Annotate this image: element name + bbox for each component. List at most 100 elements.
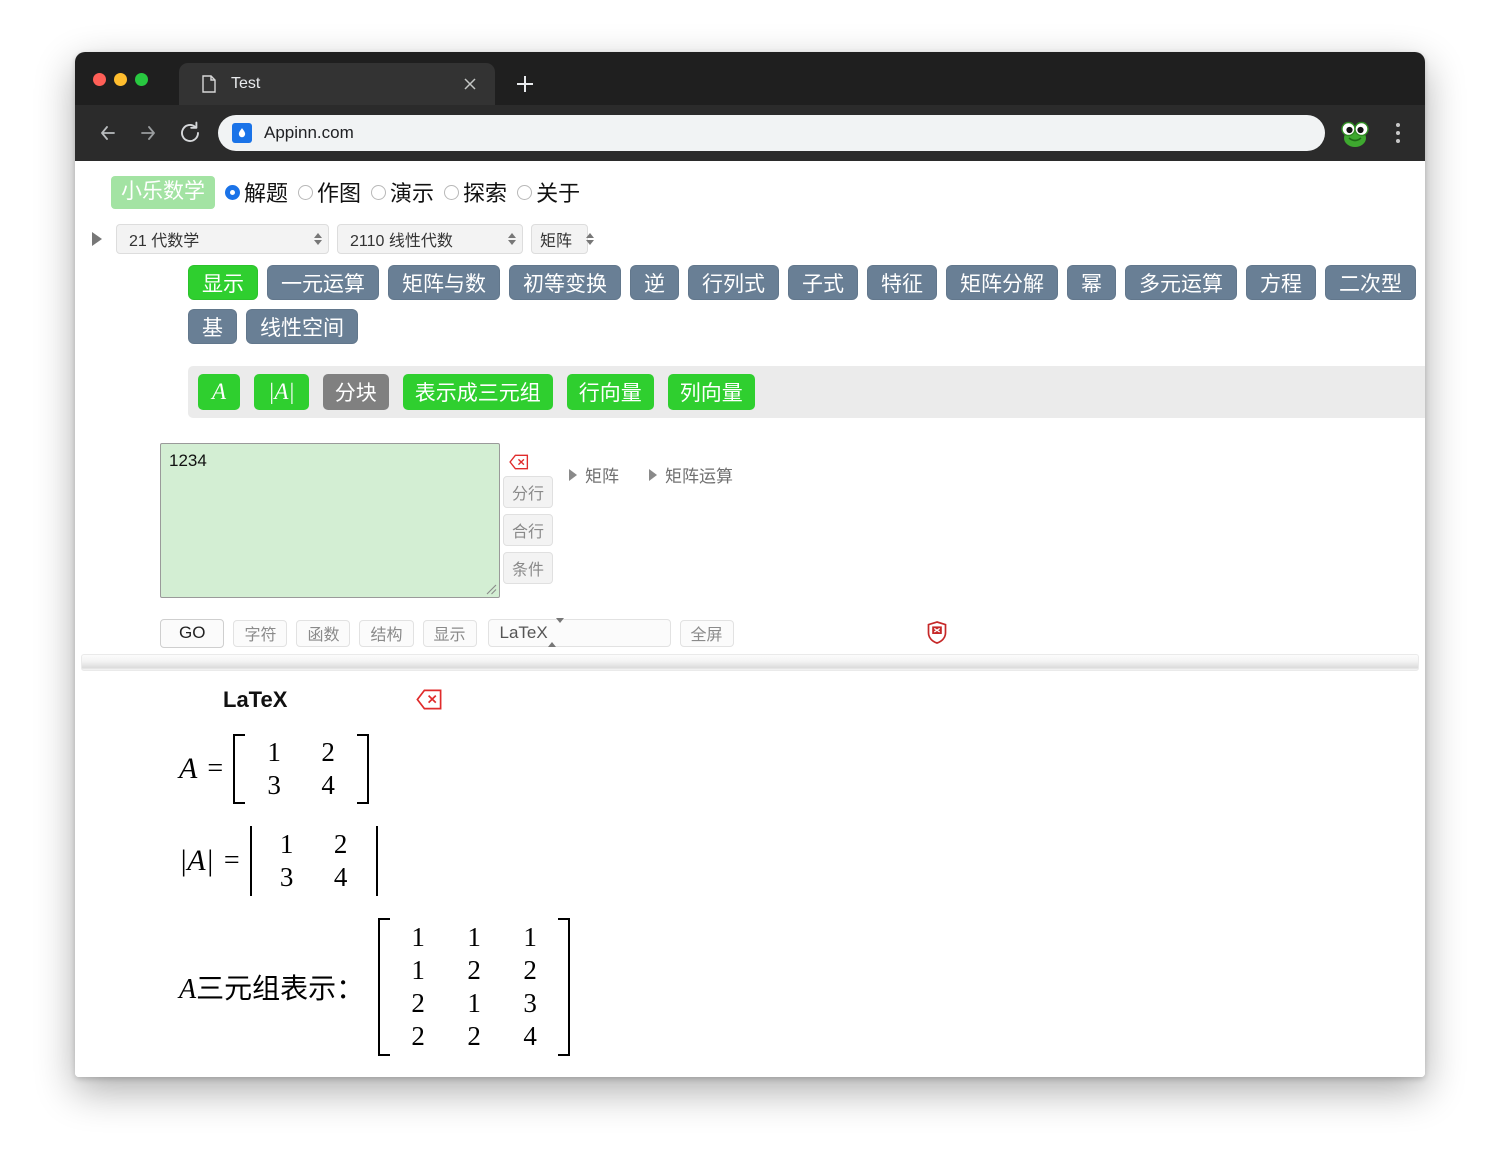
matrix-cell: 4: [321, 770, 335, 800]
category-pill-xianshi[interactable]: 显示: [188, 265, 258, 300]
browser-tabstrip: Test: [75, 52, 1425, 105]
output-format-select[interactable]: LaTeX: [487, 618, 671, 647]
toolbar-button-structures[interactable]: 结构: [359, 619, 414, 647]
toolbar-button-functions[interactable]: 函数: [296, 619, 351, 647]
right-square-bracket-icon: [558, 918, 571, 1056]
matrix-grid: 1 2 3 4: [245, 734, 357, 804]
mode-radio-tansuo[interactable]: 探索: [444, 176, 507, 208]
subject-select[interactable]: 21 代数学: [116, 224, 329, 254]
matrix-grid: 1 1 1 1 2 2 2 1 3 2 2 4: [390, 918, 558, 1056]
close-window-button[interactable]: [93, 73, 106, 86]
op-button-column-vector[interactable]: 列向量: [667, 374, 755, 410]
results-header: LaTeX: [75, 684, 1425, 716]
category-pill-xianxingkongjian[interactable]: 线性空间: [246, 309, 358, 344]
determinant-bars: 1 2 3 4: [249, 826, 378, 896]
erase-backspace-icon[interactable]: [416, 689, 442, 710]
category-pill-zishi[interactable]: 子式: [788, 265, 858, 300]
result-label-rest: 三元组表示：: [196, 974, 365, 1005]
window-traffic-lights: [93, 73, 148, 86]
arrow-left-icon[interactable]: [95, 119, 123, 147]
mode-label: 解题: [244, 181, 289, 206]
app-logo[interactable]: 小乐数学: [111, 175, 215, 209]
category-pill-yiyuanyunsuan[interactable]: 一元运算: [267, 265, 379, 300]
category-pill-group: 显示 一元运算 矩阵与数 初等变换 逆 行列式 子式 特征 矩阵分解 幂 多元运…: [188, 265, 1425, 344]
frog-extension-icon[interactable]: [1339, 117, 1371, 149]
matrix-cell: 1: [411, 955, 425, 985]
matrix-cell: 1: [267, 737, 281, 767]
maximize-window-button[interactable]: [135, 73, 148, 86]
category-pill-juzhenfenjie[interactable]: 矩阵分解: [946, 265, 1058, 300]
input-area: 分行 合行 条件 矩阵 矩阵运算: [75, 443, 1425, 613]
op-button-determinant-a[interactable]: |A|: [254, 374, 309, 410]
tree-link-matrix-operations[interactable]: 矩阵运算: [649, 462, 733, 487]
category-pill-ji[interactable]: 基: [188, 309, 237, 344]
mode-radio-guanyu[interactable]: 关于: [517, 176, 580, 208]
matrix-cell: 1: [523, 922, 537, 952]
category-pill-mi[interactable]: 幂: [1067, 265, 1116, 300]
result-row-determinant-a: |A| = 1 2 3 4: [179, 826, 378, 896]
result-label: A三元组表示：: [179, 967, 364, 1007]
matrix-cell: 4: [523, 1021, 537, 1051]
tree-link-label: 矩阵运算: [665, 467, 733, 486]
side-button-condition[interactable]: 条件: [503, 552, 554, 584]
input-side-buttons: 分行 合行 条件: [503, 454, 563, 584]
category-pill-duoyuanyunsuan[interactable]: 多元运算: [1125, 265, 1237, 300]
category-pill-hangliestyle[interactable]: 行列式: [688, 265, 779, 300]
browser-window: Test Appinn.com 小乐数学 解题 作图 演示 探索 关于 21 代…: [75, 52, 1425, 1077]
shield-block-icon[interactable]: [927, 621, 947, 644]
new-tab-button[interactable]: [511, 70, 539, 98]
minimize-window-button[interactable]: [114, 73, 127, 86]
radio-dot-icon: [371, 184, 387, 200]
reload-icon[interactable]: [176, 119, 204, 147]
op-button-triple-representation[interactable]: 表示成三元组: [402, 374, 553, 410]
result-label-prefix: A: [179, 974, 197, 1005]
topic-select[interactable]: 2110 线性代数: [337, 224, 523, 254]
formula-input[interactable]: [160, 443, 500, 598]
go-button[interactable]: GO: [160, 618, 225, 648]
result-row-matrix-a: A = 1 2 3 4: [179, 734, 370, 804]
op-button-row-vector[interactable]: 行向量: [566, 374, 654, 410]
arrow-right-icon[interactable]: [133, 119, 161, 147]
browser-tab[interactable]: Test: [179, 63, 495, 105]
triangle-right-icon[interactable]: [86, 228, 108, 250]
side-button-merge-row[interactable]: 合行: [503, 514, 554, 546]
fullscreen-button[interactable]: 全屏: [679, 619, 734, 647]
result-lhs: A: [179, 752, 198, 785]
matrix-cell: 2: [333, 829, 348, 859]
matrix-cell: 3: [523, 988, 537, 1018]
mode-radio-jieti[interactable]: 解题: [225, 176, 288, 208]
category-pill-ercixing[interactable]: 二次型: [1325, 265, 1416, 300]
address-bar[interactable]: Appinn.com: [218, 115, 1325, 151]
matrix-cell: 3: [267, 770, 281, 800]
right-square-bracket-icon: [357, 734, 370, 804]
mode-radio-yanshi[interactable]: 演示: [371, 176, 434, 208]
kebab-menu-icon[interactable]: [1386, 119, 1410, 147]
category-pill-chudengbianhuan[interactable]: 初等变换: [509, 265, 621, 300]
address-bar-url: Appinn.com: [264, 123, 354, 142]
matrix-cell: 2: [321, 737, 335, 767]
category-pill-ni[interactable]: 逆: [630, 265, 679, 300]
op-button-block[interactable]: 分块: [322, 374, 389, 410]
updown-arrows-icon: [494, 233, 516, 245]
pane-splitter[interactable]: [81, 654, 1419, 671]
matrix-cell: 1: [279, 829, 294, 859]
toolbar-button-characters[interactable]: 字符: [233, 619, 288, 647]
category-pill-tezheng[interactable]: 特征: [867, 265, 937, 300]
matrix-cell: 1: [467, 922, 481, 952]
side-button-split-row[interactable]: 分行: [503, 476, 554, 508]
radio-dot-icon: [298, 184, 314, 200]
object-select[interactable]: 矩阵: [531, 224, 595, 254]
category-pill-juzhenyushu[interactable]: 矩阵与数: [388, 265, 500, 300]
category-pill-fangcheng[interactable]: 方程: [1246, 265, 1316, 300]
right-vertical-bar-icon: [370, 826, 378, 896]
toolbar-button-display[interactable]: 显示: [422, 619, 477, 647]
mode-radio-zuotu[interactable]: 作图: [298, 176, 361, 208]
close-icon[interactable]: [461, 75, 479, 93]
op-button-matrix-a[interactable]: A: [198, 374, 241, 410]
erase-backspace-icon[interactable]: [509, 454, 529, 470]
page-content: 小乐数学 解题 作图 演示 探索 关于 21 代数学 2110 线性代数 矩阵 …: [75, 161, 1425, 1077]
object-select-value: 矩阵: [540, 233, 573, 250]
matrix-bracketed: 1 1 1 1 2 2 2 1 3 2 2 4: [378, 918, 571, 1056]
radio-dot-icon: [225, 184, 240, 200]
tree-link-matrix[interactable]: 矩阵: [569, 462, 619, 487]
